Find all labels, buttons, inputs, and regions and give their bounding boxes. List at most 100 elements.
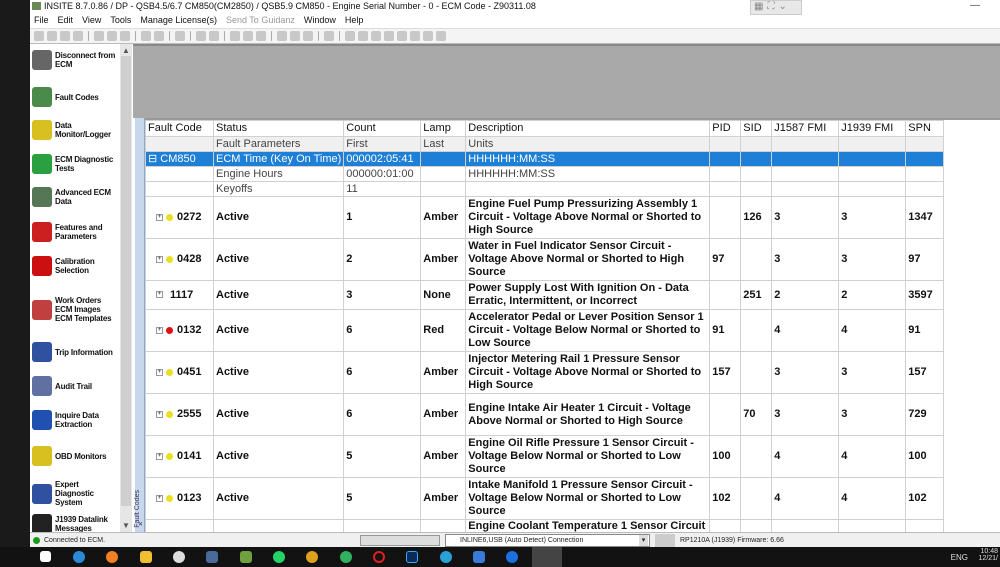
fault-row[interactable]: +2555 Active 6 Amber Engine Intake Air Heate… — [145, 393, 945, 436]
opera-icon[interactable] — [373, 551, 385, 563]
toolbar-button-icon[interactable] — [73, 31, 83, 41]
toolbar-button-icon[interactable] — [94, 31, 104, 41]
column-header[interactable]: Description — [465, 120, 711, 137]
chrome-icon[interactable] — [306, 551, 318, 563]
sidebar-item-features-and-parameters[interactable]: Features and Parameters — [32, 222, 119, 242]
yandex-icon[interactable] — [173, 551, 185, 563]
fault-code-cell[interactable]: +0272 — [145, 196, 214, 239]
toolbar-button-icon[interactable] — [120, 31, 130, 41]
teamviewer-icon[interactable] — [506, 551, 518, 563]
menu-send-to-guidanz[interactable]: Send To Guidanz — [226, 12, 295, 28]
column-header[interactable]: Fault Code — [145, 120, 214, 137]
toolbar-button-icon[interactable] — [423, 31, 433, 41]
tray-clock[interactable]: 10:48 12/21/ — [979, 548, 998, 562]
collapse-icon[interactable]: ⊟ — [148, 153, 160, 165]
fault-code-cell[interactable]: +1117 — [145, 280, 214, 310]
expand-icon[interactable]: + — [156, 368, 163, 376]
edge-icon[interactable] — [73, 551, 85, 563]
telegram-icon[interactable] — [440, 551, 452, 563]
fault-code-cell[interactable]: +0141 — [145, 435, 214, 478]
column-header[interactable]: J1587 FMI — [771, 120, 840, 137]
parameter-row[interactable]: ⊟ CM850 ECM Time (Key On Time) 000002:05:4… — [145, 151, 945, 167]
parameter-row[interactable]: Engine Hours 000000:01:00 HHHHHH:MM:SS — [145, 166, 945, 182]
menu-file[interactable]: File — [34, 12, 49, 28]
fault-row[interactable]: +0141 Active 5 Amber Engine Oil Rifle Pressu… — [145, 435, 945, 478]
toolbar-button-icon[interactable] — [410, 31, 420, 41]
fault-code-cell[interactable]: +0123 — [145, 477, 214, 520]
menu-window[interactable]: Window — [304, 12, 336, 28]
menu-view[interactable]: View — [82, 12, 101, 28]
photoshop-icon[interactable] — [406, 551, 418, 563]
column-header[interactable]: Lamp — [420, 120, 467, 137]
expand-icon[interactable]: + — [156, 255, 163, 263]
sidebar-item-advanced-ecm-data[interactable]: Advanced ECM Data — [32, 187, 119, 207]
toolbar-button-icon[interactable] — [47, 31, 57, 41]
toolbar-button-icon[interactable] — [107, 31, 117, 41]
grid-icon[interactable]: ▦ — [754, 1, 763, 14]
toolbar-button-icon[interactable] — [34, 31, 44, 41]
toolbar-button-icon[interactable] — [324, 31, 334, 41]
menu-help[interactable]: Help — [345, 12, 364, 28]
fault-code-cell[interactable]: +0132 — [145, 309, 214, 352]
fault-row[interactable]: +0451 Active 6 Amber Injector Metering Rail … — [145, 351, 945, 394]
column-header[interactable]: SPN — [905, 120, 945, 137]
expand-icon[interactable]: + — [156, 452, 163, 460]
scroll-thumb[interactable] — [121, 56, 131, 506]
toolbar-button-icon[interactable] — [384, 31, 394, 41]
column-header[interactable]: Status — [212, 120, 345, 137]
sidebar-item-calibration-selection[interactable]: Calibration Selection — [32, 256, 119, 276]
toolbar-button-icon[interactable] — [141, 31, 151, 41]
toolbar-button-icon[interactable] — [436, 31, 446, 41]
expand-icon[interactable]: + — [156, 291, 163, 299]
toolbar-button-icon[interactable] — [196, 31, 206, 41]
table-subheader-row[interactable]: Fault Parameters First Last Units — [145, 136, 945, 152]
column-header[interactable]: SID — [740, 120, 773, 137]
fault-codes-vertical-tab[interactable]: × Fault Codes — [134, 118, 145, 532]
start-icon[interactable] — [40, 551, 51, 562]
sidebar-item-disconnect-from-ecm[interactable]: Disconnect from ECM — [32, 50, 119, 70]
insite-taskbar-icon[interactable] — [532, 547, 562, 567]
toolbar-button-icon[interactable] — [154, 31, 164, 41]
expand-icon[interactable]: + — [156, 213, 163, 221]
fault-row[interactable]: +0428 Active 2 Amber Water in Fuel Indicator… — [145, 238, 945, 281]
calculator-icon[interactable] — [206, 551, 218, 563]
toolbar-button-icon[interactable] — [243, 31, 253, 41]
sidebar-item-fault-codes[interactable]: Fault Codes — [32, 87, 119, 107]
menu-tools[interactable]: Tools — [110, 12, 131, 28]
toolbar-button-icon[interactable] — [290, 31, 300, 41]
sidebar-item-audit-trail[interactable]: Audit Trail — [32, 376, 119, 396]
file-explorer-icon[interactable] — [140, 551, 152, 563]
sidebar-scrollbar[interactable]: ▲ ▼ — [120, 44, 132, 532]
close-icon[interactable]: × — [136, 118, 145, 528]
column-header[interactable]: J1939 FMI — [838, 120, 907, 137]
sidebar-item-work-orders-ecm-images-ecm-templates[interactable]: Work Orders ECM Images ECM Templates — [32, 296, 119, 323]
toolbar-button-icon[interactable] — [175, 31, 185, 41]
toolbar-button-icon[interactable] — [303, 31, 313, 41]
dropdown-arrow-icon[interactable]: ▾ — [639, 535, 648, 546]
fault-row[interactable]: +1117 Active 3 None Power Supply Lost With I… — [145, 280, 945, 310]
toolbar-button-icon[interactable] — [60, 31, 70, 41]
menu-manage-license-s-[interactable]: Manage License(s) — [140, 12, 217, 28]
expand-icon[interactable]: + — [156, 326, 163, 334]
toolbar-button-icon[interactable] — [345, 31, 355, 41]
photos-icon[interactable] — [473, 551, 485, 563]
sidebar-item-expert-diagnostic-system[interactable]: Expert Diagnostic System — [32, 480, 119, 507]
toolbar-button-icon[interactable] — [277, 31, 287, 41]
toolbar-button-icon[interactable] — [358, 31, 368, 41]
sidebar-item-trip-information[interactable]: Trip Information — [32, 342, 119, 362]
column-header[interactable]: PID — [709, 120, 742, 137]
fault-code-cell[interactable]: +0451 — [145, 351, 214, 394]
scroll-down-icon[interactable]: ▼ — [122, 521, 130, 530]
fault-row[interactable]: +0144Active5AmberEngine Coolant Temperat… — [145, 519, 945, 532]
toolbar-button-icon[interactable] — [209, 31, 219, 41]
sidebar-item-inquire-data-extraction[interactable]: Inquire Data Extraction — [32, 410, 119, 430]
menu-edit[interactable]: Edit — [58, 12, 74, 28]
expand-icon[interactable]: + — [156, 494, 163, 502]
fault-row[interactable]: +0132 Active 6 Red Accelerator Pedal or Leve… — [145, 309, 945, 352]
toolbar-button-icon[interactable] — [230, 31, 240, 41]
chevron-down-icon[interactable]: ⌄ — [778, 1, 786, 14]
fault-code-cell[interactable]: +2555 — [145, 393, 214, 436]
sidebar-item-obd-monitors[interactable]: OBD Monitors — [32, 446, 119, 466]
toolbar-button-icon[interactable] — [397, 31, 407, 41]
column-header[interactable]: Count — [343, 120, 422, 137]
